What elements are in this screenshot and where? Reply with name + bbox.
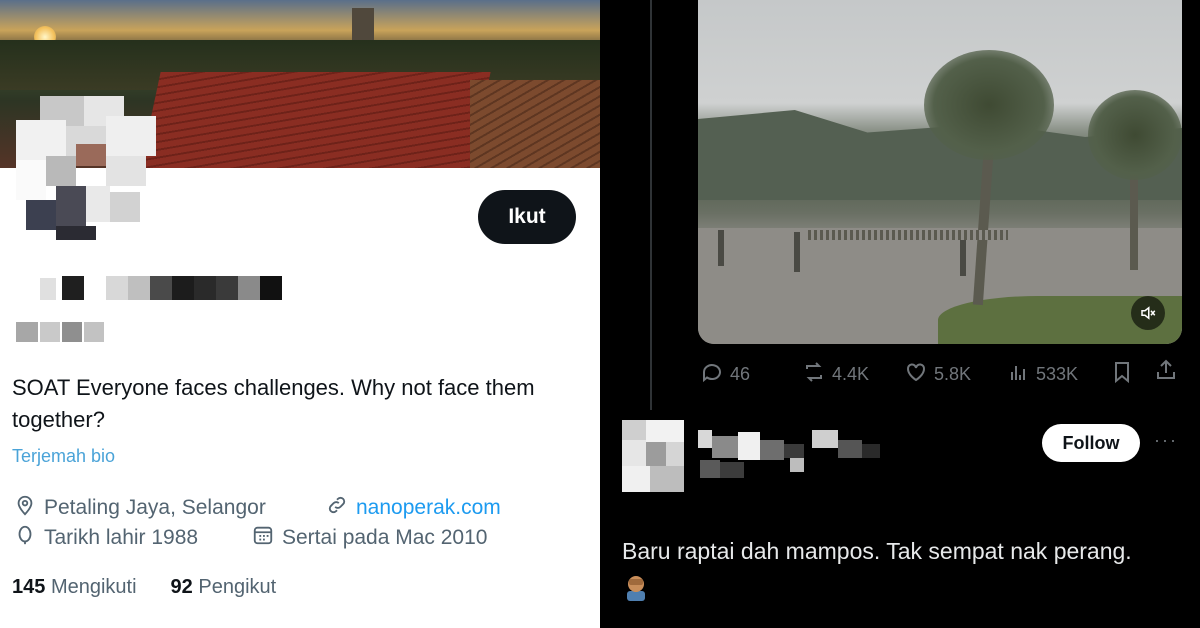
- soldier-figure: [718, 230, 724, 266]
- facepalm-emoji-icon: [622, 573, 650, 601]
- banner-roof: [139, 72, 491, 168]
- following-count: 145: [12, 576, 46, 598]
- following-stat[interactable]: 145 Mengikuti: [12, 576, 137, 599]
- repost-count: 4.4K: [832, 364, 870, 384]
- views-icon: [1006, 360, 1030, 389]
- repost-action[interactable]: 4.4K: [802, 360, 869, 389]
- reply-follow-button[interactable]: Follow: [1042, 424, 1140, 462]
- calendar-icon: [252, 524, 274, 552]
- parade-troops: [808, 230, 1008, 240]
- birth-row: Tarikh lahir 1988: [14, 524, 198, 552]
- location-icon: [14, 494, 36, 522]
- location-row: Petaling Jaya, Selangor: [14, 494, 266, 522]
- follow-stats: 145 Mengikuti 92 Pengikut: [12, 576, 276, 599]
- joined-row: Sertai pada Mac 2010: [252, 524, 487, 552]
- website-row[interactable]: nanoperak.com: [326, 494, 501, 522]
- like-action[interactable]: 5.8K: [904, 360, 971, 389]
- soldier-figure: [960, 234, 966, 276]
- birth-text: Tarikh lahir 1988: [44, 526, 199, 549]
- views-action[interactable]: 533K: [1006, 360, 1078, 389]
- followers-stat[interactable]: 92 Pengikut: [171, 576, 277, 599]
- link-icon: [326, 494, 348, 522]
- post-video[interactable]: [698, 0, 1182, 344]
- like-count: 5.8K: [934, 364, 972, 384]
- thread-line: [650, 0, 652, 410]
- birthday-icon: [14, 524, 36, 552]
- repost-icon: [802, 360, 826, 389]
- following-label: Mengikuti: [50, 576, 137, 598]
- profile-bio: SOAT Everyone faces challenges. Why not …: [12, 375, 535, 432]
- soldier-figure: [794, 232, 800, 272]
- reply-text: Baru raptai dah mampos. Tak sempat nak p…: [622, 534, 1142, 602]
- avatar-pixelated[interactable]: [16, 96, 156, 240]
- banner-roof-right: [470, 80, 600, 168]
- palm-leaves: [924, 50, 1054, 160]
- follow-button[interactable]: Ikut: [478, 190, 576, 244]
- bookmark-icon[interactable]: [1110, 360, 1134, 384]
- profile-panel: Ikut SOAT Everyone faces challenges. Why…: [0, 0, 600, 628]
- reply-body: Baru raptai dah mampos. Tak sempat nak p…: [622, 538, 1132, 564]
- like-icon: [904, 360, 928, 389]
- reply-action[interactable]: 46: [700, 360, 750, 389]
- reply-icon: [700, 360, 724, 389]
- palm-leaves-right: [1088, 90, 1182, 180]
- location-text: Petaling Jaya, Selangor: [44, 496, 266, 519]
- reply-avatar-pixelated[interactable]: [622, 420, 684, 492]
- followers-label: Pengikut: [198, 576, 277, 598]
- followers-count: 92: [170, 576, 193, 598]
- reply-count: 46: [730, 364, 751, 384]
- translate-bio-link[interactable]: Terjemah bio: [12, 446, 115, 467]
- more-options-icon[interactable]: ···: [1154, 430, 1178, 451]
- joined-text: Sertai pada Mac 2010: [282, 526, 488, 549]
- views-count: 533K: [1036, 364, 1079, 384]
- share-icon[interactable]: [1154, 358, 1178, 382]
- website-link[interactable]: nanoperak.com: [356, 496, 501, 520]
- mute-icon[interactable]: [1131, 296, 1165, 330]
